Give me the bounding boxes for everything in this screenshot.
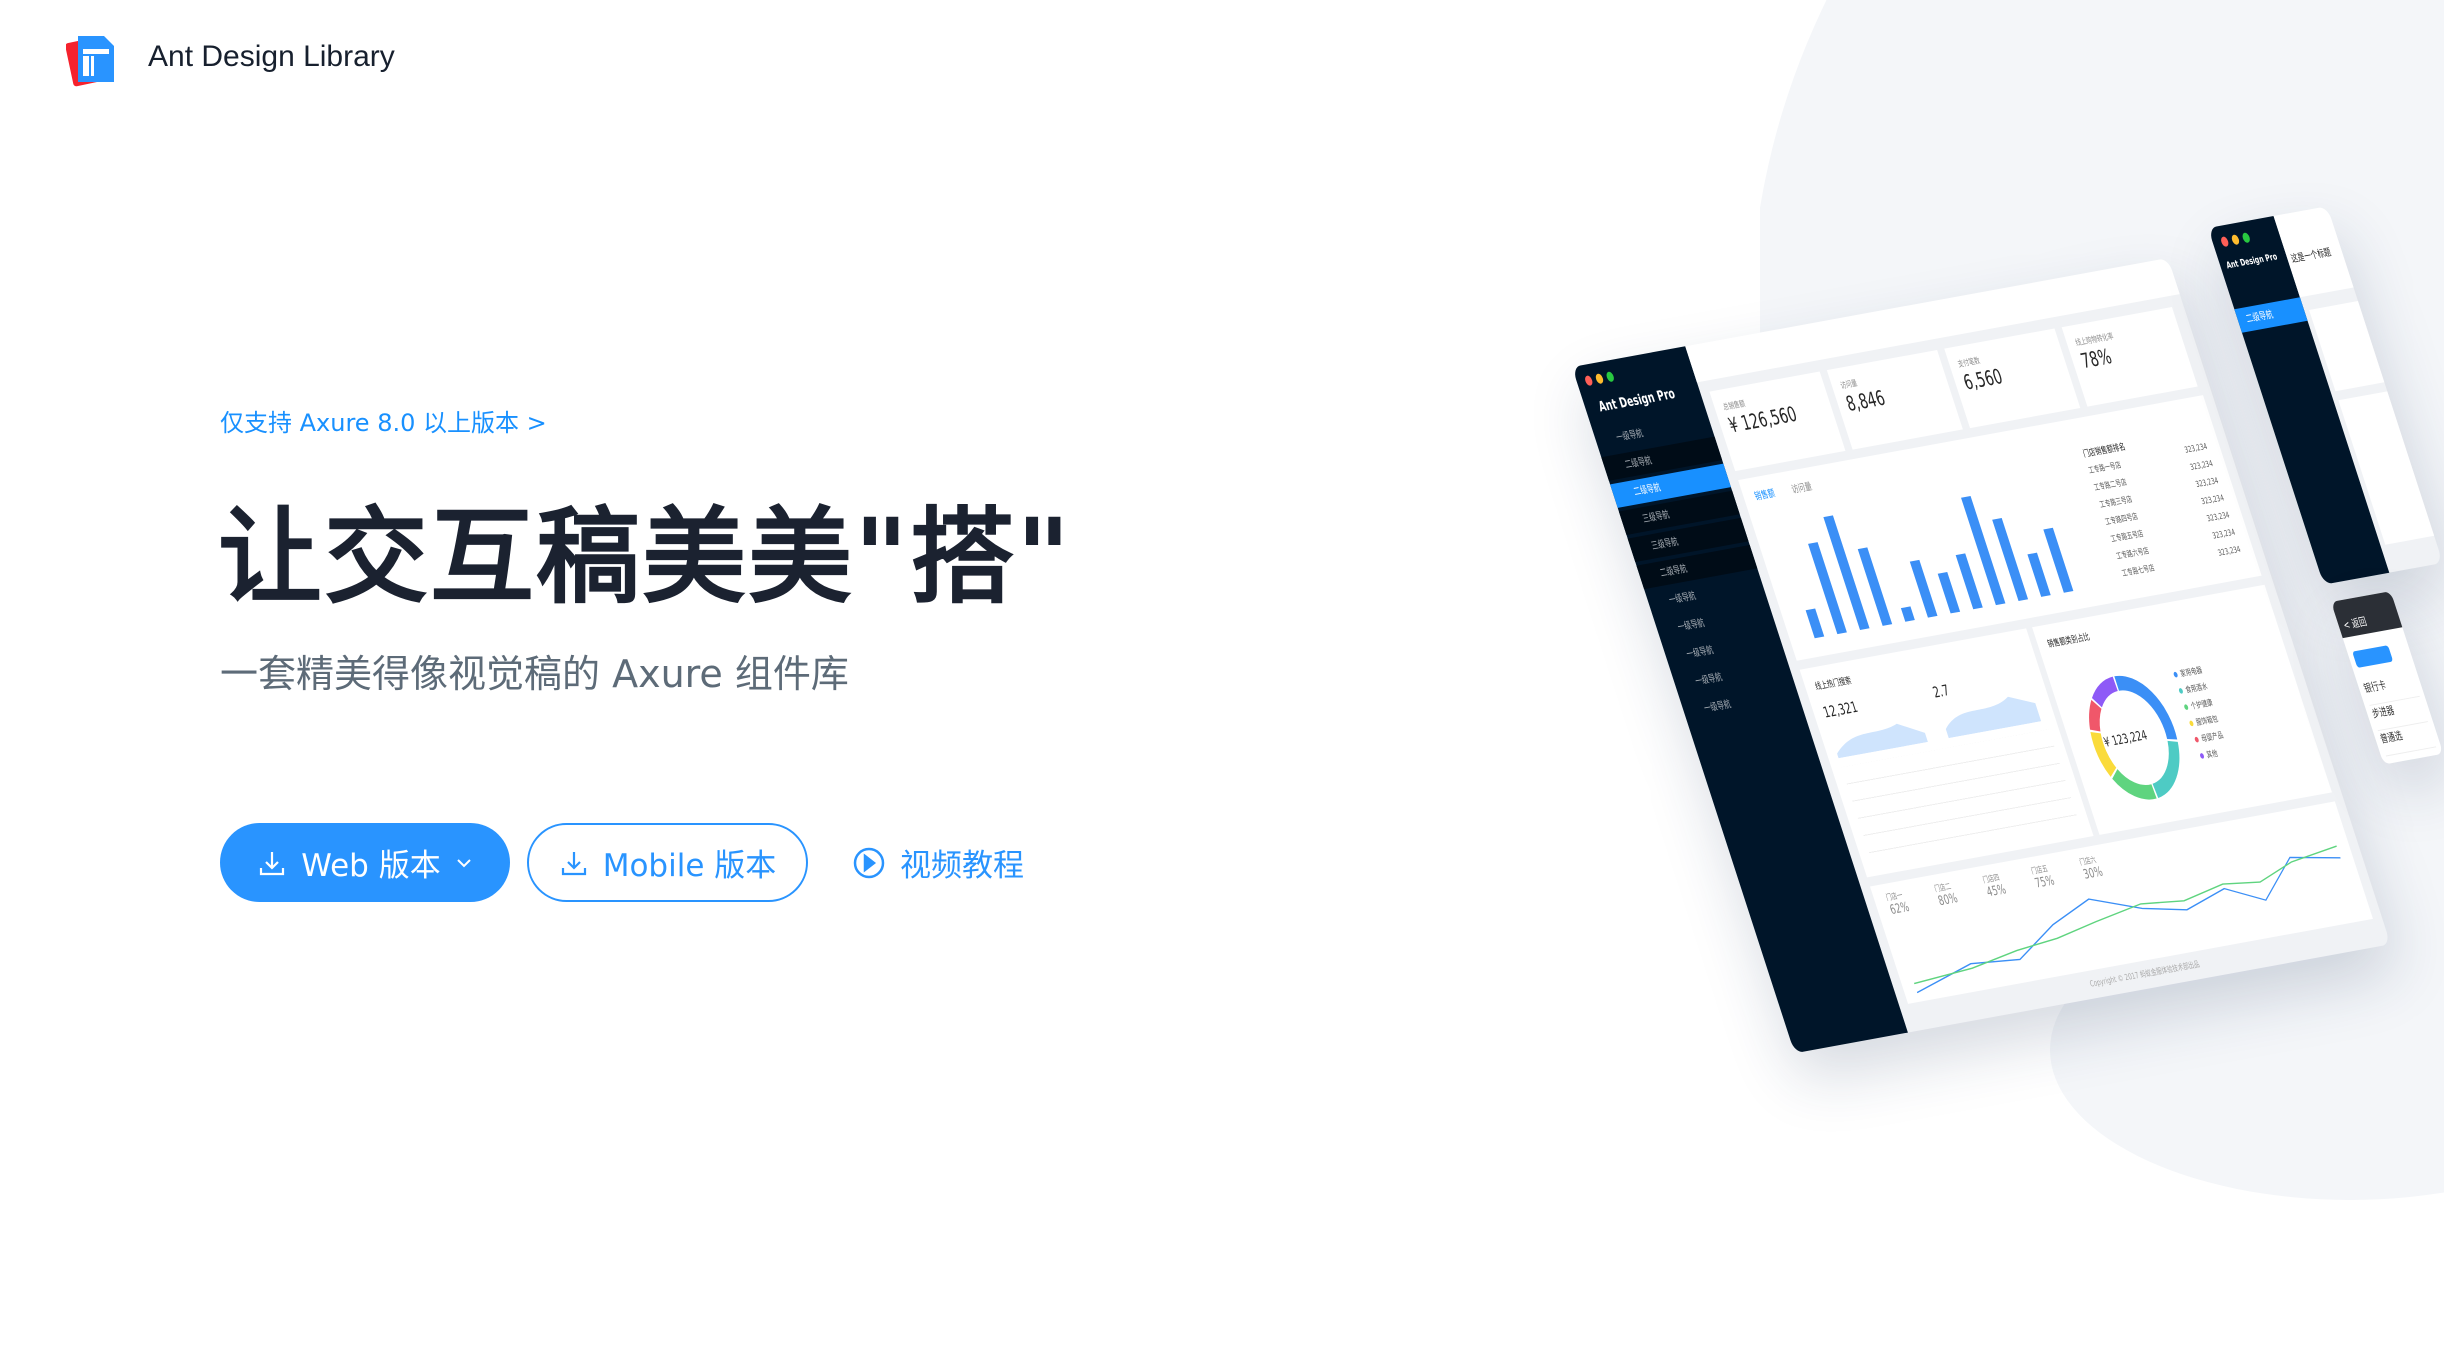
stat-value: 6,560 bbox=[1960, 365, 2006, 395]
stat-value: 78% bbox=[2078, 345, 2115, 374]
store-item: 门店五 75% bbox=[2029, 862, 2057, 892]
brand-name[interactable]: Ant Design Library bbox=[148, 40, 395, 74]
stat-label: 支付笔数 bbox=[1956, 356, 1982, 370]
store-rate: 62% bbox=[1888, 899, 1912, 918]
search-avg: 2.7 bbox=[1930, 681, 1952, 702]
ranking-title: 门店销售额排名 bbox=[2081, 442, 2127, 460]
donut-slice bbox=[2091, 676, 2119, 708]
legend-label: 母婴产品 bbox=[2200, 731, 2225, 745]
store-rate: 45% bbox=[1984, 882, 2008, 901]
legend-dot bbox=[2178, 687, 2184, 694]
donut-title: 销售额类别占比 bbox=[2046, 632, 2092, 650]
legend-dot bbox=[2183, 704, 2189, 711]
legend-label: 食用酒水 bbox=[2184, 682, 2209, 696]
bar bbox=[1955, 553, 1983, 610]
download-icon bbox=[257, 848, 287, 878]
stat-label: 访问量 bbox=[1839, 379, 1859, 392]
donut-slice bbox=[2089, 699, 2102, 732]
phone-button bbox=[2352, 645, 2394, 668]
donut-slice bbox=[2152, 740, 2180, 799]
search-title: 线上热门搜索 bbox=[1813, 675, 1853, 693]
legend-label: 个护健康 bbox=[2189, 698, 2215, 712]
store-item: 门店六 30% bbox=[2078, 853, 2105, 883]
web-version-button[interactable]: Web 版本 bbox=[220, 823, 510, 902]
stat-card: 访问量 8,846 bbox=[1826, 349, 1963, 450]
stat-label: 线上购物转化率 bbox=[2074, 332, 2115, 349]
video-tutorial-label: 视频教程 bbox=[900, 848, 1024, 884]
stat-card: 总销售额 ¥ 126,560 bbox=[1709, 371, 1846, 472]
bar bbox=[1805, 608, 1825, 639]
legend-dot bbox=[2172, 671, 2179, 678]
store-item: 门店四 45% bbox=[1981, 870, 2008, 900]
stat-label: 总销售额 bbox=[1722, 399, 1747, 413]
window-controls bbox=[2219, 232, 2252, 248]
play-circle-icon bbox=[852, 846, 886, 880]
mobile-version-label: Mobile 版本 bbox=[602, 848, 777, 884]
legend-item: 其他 bbox=[2198, 745, 2231, 766]
download-icon bbox=[559, 848, 589, 878]
bar bbox=[2043, 527, 2074, 593]
mockup-app-title: Ant Design Pro bbox=[2225, 252, 2279, 272]
bar bbox=[2027, 552, 2051, 597]
bar bbox=[1937, 572, 1961, 614]
secondary-title: 这是一个标题 bbox=[2289, 246, 2333, 266]
legend-label: 其他 bbox=[2205, 749, 2220, 761]
window-controls bbox=[1583, 371, 1616, 387]
mockup-app-title: Ant Design Pro bbox=[1596, 385, 1678, 416]
legend-dot bbox=[2199, 752, 2205, 759]
video-tutorial-button[interactable]: 视频教程 bbox=[852, 823, 1042, 902]
nav-item: 二级导航 bbox=[2234, 297, 2308, 333]
tab-sales: 销售额 bbox=[1752, 487, 1777, 503]
legend-label: 家用电器 bbox=[2179, 666, 2204, 680]
legend-dot bbox=[2188, 720, 2195, 727]
store-rate: 75% bbox=[2033, 873, 2057, 892]
chevron-down-icon bbox=[455, 854, 473, 872]
store-rate: 80% bbox=[1936, 891, 1960, 909]
store-item: 门店一 62% bbox=[1884, 888, 1912, 918]
tab-visits: 访问量 bbox=[1789, 480, 1814, 496]
page-subtitle: 一套精美得像视觉稿的 Axure 组件库 bbox=[220, 652, 849, 696]
donut-slice bbox=[2112, 768, 2157, 800]
legend-label: 服饰箱包 bbox=[2195, 714, 2220, 728]
bar bbox=[1900, 606, 1915, 622]
store-item: 门店二 80% bbox=[1933, 879, 1960, 909]
bar bbox=[1909, 559, 1938, 618]
stat-value: 8,846 bbox=[1843, 387, 1889, 417]
stat-card: 支付笔数 6,560 bbox=[1944, 328, 2081, 429]
ranking-value: 323,234 bbox=[2216, 545, 2243, 559]
page-title: 让交互稿美美"搭" bbox=[218, 496, 1073, 618]
web-version-label: Web 版本 bbox=[301, 848, 441, 884]
brand-logo bbox=[66, 36, 114, 87]
version-support-link[interactable]: 仅支持 Axure 8.0 以上版本 > bbox=[220, 403, 547, 438]
store-rate: 30% bbox=[2081, 864, 2105, 883]
mobile-version-button[interactable]: Mobile 版本 bbox=[527, 823, 808, 902]
legend-dot bbox=[2194, 736, 2200, 743]
stat-card: 线上购物转化率 78% bbox=[2061, 307, 2198, 407]
